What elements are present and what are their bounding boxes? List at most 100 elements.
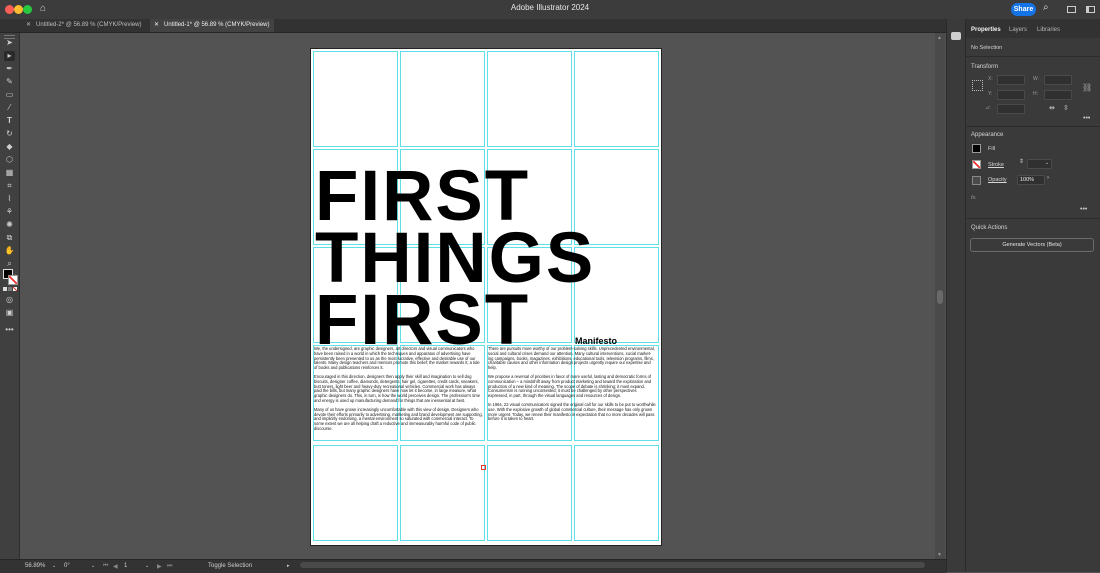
guide-cell — [400, 445, 485, 541]
selection-tool-icon[interactable]: ➤ — [4, 38, 15, 48]
chevron-down-icon[interactable]: ⌄ — [1045, 160, 1049, 166]
h-label: H: — [1033, 91, 1038, 97]
stroke-weight-stepper[interactable]: ⇕ — [1019, 158, 1024, 165]
chevron-down-icon[interactable]: ⌄ — [145, 563, 149, 569]
reference-point-icon[interactable] — [972, 80, 983, 91]
horizontal-scrollbar[interactable] — [300, 562, 925, 568]
mesh-tool-icon[interactable]: ⌗ — [4, 181, 15, 191]
guide-cell — [313, 445, 398, 541]
chevron-down-icon[interactable]: ⌄ — [91, 563, 95, 569]
chevron-down-icon[interactable]: ⌄ — [52, 563, 56, 569]
rotate-field[interactable] — [997, 104, 1025, 114]
direct-selection-tool-icon[interactable]: ▸ — [4, 51, 15, 61]
next-artboard-icon[interactable]: ▶ — [157, 563, 162, 570]
workspace-switcher-icon[interactable] — [1067, 6, 1076, 13]
guide-cell — [574, 51, 659, 147]
more-options-icon[interactable]: ••• — [1083, 115, 1090, 122]
close-tab-icon[interactable]: ✕ — [26, 22, 31, 28]
effects-fx-label[interactable]: fx. — [971, 195, 977, 201]
eraser-tool-icon[interactable]: ◆ — [4, 142, 15, 152]
manifesto-subtitle[interactable]: Manifesto — [575, 336, 617, 346]
height-field[interactable] — [1044, 90, 1072, 100]
screen-mode-icon[interactable]: ▣ — [4, 308, 15, 318]
body-column-right[interactable]: There are pursuits more worthy of our pr… — [488, 346, 657, 426]
chevron-right-icon[interactable]: ▸ — [287, 563, 290, 569]
document-tabs: ✕ Untitled-2* @ 56.89 % (CMYK/Preview) ✕ U… — [0, 19, 946, 33]
rotation-value[interactable]: 0° — [64, 563, 70, 569]
tab-untitled-2[interactable]: ✕ Untitled-2* @ 56.89 % (CMYK/Preview) — [22, 19, 146, 32]
w-label: W: — [1033, 76, 1040, 82]
stroke-swatch[interactable] — [972, 160, 981, 169]
tab-layers[interactable]: Layers — [1009, 27, 1027, 33]
shape-builder-tool-icon[interactable]: ⬡ — [4, 155, 15, 165]
share-button[interactable]: Share — [1011, 3, 1036, 16]
tools-panel: ➤ ▸ ✒ ✎ ▭ ⁄ T ↻ ◆ ⬡ ▦ ⌗ ⌇ ⚘ ✺ ⧉ ✋ ⌕ ◧ ⤢ … — [0, 33, 20, 559]
headline-line-2[interactable]: THINGS — [315, 223, 595, 294]
appearance-heading: Appearance — [971, 132, 1004, 138]
blend-tool-icon[interactable]: ⚘ — [4, 207, 15, 217]
artboard-number[interactable]: 1 — [124, 563, 127, 569]
chevron-right-icon[interactable]: › — [1047, 175, 1049, 181]
more-tools-icon[interactable]: ••• — [4, 325, 15, 335]
panel-toggle-icon[interactable] — [1086, 6, 1095, 13]
x-field[interactable] — [997, 75, 1025, 85]
selection-status: No Selection — [971, 45, 1003, 51]
color-mode-icon[interactable] — [3, 287, 7, 291]
fill-label: Fill — [988, 146, 996, 152]
headline-line-1[interactable]: FIRST — [315, 161, 530, 232]
headline-line-3[interactable]: FIRST — [315, 285, 530, 356]
rotate-tool-icon[interactable]: ↻ — [4, 129, 15, 139]
x-label: X: — [988, 76, 993, 82]
previous-artboard-icon[interactable]: ◀ — [113, 563, 118, 570]
search-icon[interactable]: ⌕ — [1043, 2, 1049, 13]
y-field[interactable] — [997, 90, 1025, 100]
comments-icon[interactable] — [951, 32, 961, 40]
rectangle-tool-icon[interactable]: ▭ — [4, 90, 15, 100]
more-options-icon[interactable]: ••• — [1080, 206, 1087, 213]
type-tool-icon[interactable]: T — [4, 116, 15, 126]
rotate-label: ⊿: — [985, 105, 991, 111]
gradient-tool-icon[interactable]: ▦ — [4, 168, 15, 178]
artboard[interactable]: FIRST THINGS FIRST Manifesto We, the und… — [310, 48, 662, 546]
first-artboard-icon[interactable]: ⏮ — [103, 563, 108, 570]
fill-swatch[interactable] — [972, 144, 981, 153]
quick-actions-heading: Quick Actions — [971, 225, 1008, 231]
vertical-scrollbar-thumb[interactable] — [937, 290, 943, 304]
curvature-tool-icon[interactable]: ✎ — [4, 77, 15, 87]
eyedropper-tool-icon[interactable]: ⌇ — [4, 194, 15, 204]
opacity-label[interactable]: Opacity — [988, 177, 1007, 183]
symbol-sprayer-tool-icon[interactable]: ✺ — [4, 220, 15, 230]
draw-mode-icon[interactable]: ◎ — [4, 295, 15, 305]
close-tab-icon[interactable]: ✕ — [154, 22, 159, 28]
stroke-label[interactable]: Stroke — [988, 162, 1004, 168]
guide-cell — [574, 445, 659, 541]
tab-untitled-1[interactable]: ✕ Untitled-1* @ 56.89 % (CMYK/Preview) — [150, 19, 274, 32]
last-artboard-icon[interactable]: ⏭ — [167, 563, 172, 570]
paragraph: There are pursuits more worthy of our pr… — [488, 346, 655, 371]
hand-tool-icon[interactable]: ✋ — [4, 246, 15, 256]
width-field[interactable] — [1044, 75, 1072, 85]
artboard-tool-icon[interactable]: ⧉ — [4, 233, 15, 243]
flip-horizontal-icon[interactable]: ⇹ — [1049, 104, 1055, 112]
body-column-left[interactable]: We, the undersigned, are graphic designe… — [314, 346, 484, 436]
constrain-proportions-icon[interactable]: ⛓ — [1082, 83, 1092, 92]
zoom-tool-icon[interactable]: ⌕ — [4, 259, 15, 269]
opacity-swatch[interactable] — [972, 176, 981, 185]
divider — [966, 56, 1100, 57]
scroll-down-icon[interactable]: ▼ — [937, 552, 942, 558]
tab-properties[interactable]: Properties — [971, 27, 1001, 33]
pen-tool-icon[interactable]: ✒ — [4, 64, 15, 74]
scroll-up-icon[interactable]: ▲ — [937, 35, 942, 41]
gradient-mode-icon[interactable] — [8, 287, 12, 291]
toggle-selection-label[interactable]: Toggle Selection — [208, 563, 252, 569]
none-mode-icon[interactable] — [13, 287, 17, 291]
divider — [966, 218, 1100, 219]
paintbrush-tool-icon[interactable]: ⁄ — [4, 103, 15, 113]
text-overflow-marker[interactable] — [481, 465, 486, 470]
flip-vertical-icon[interactable]: ⇳ — [1063, 104, 1069, 112]
zoom-level[interactable]: 56.89% — [25, 563, 45, 569]
opacity-field[interactable]: 100% — [1017, 175, 1045, 185]
tab-libraries[interactable]: Libraries — [1037, 27, 1060, 33]
generate-vectors-button[interactable]: Generate Vectors (Beta) — [970, 238, 1094, 252]
stroke-color-swatch[interactable] — [8, 275, 18, 285]
